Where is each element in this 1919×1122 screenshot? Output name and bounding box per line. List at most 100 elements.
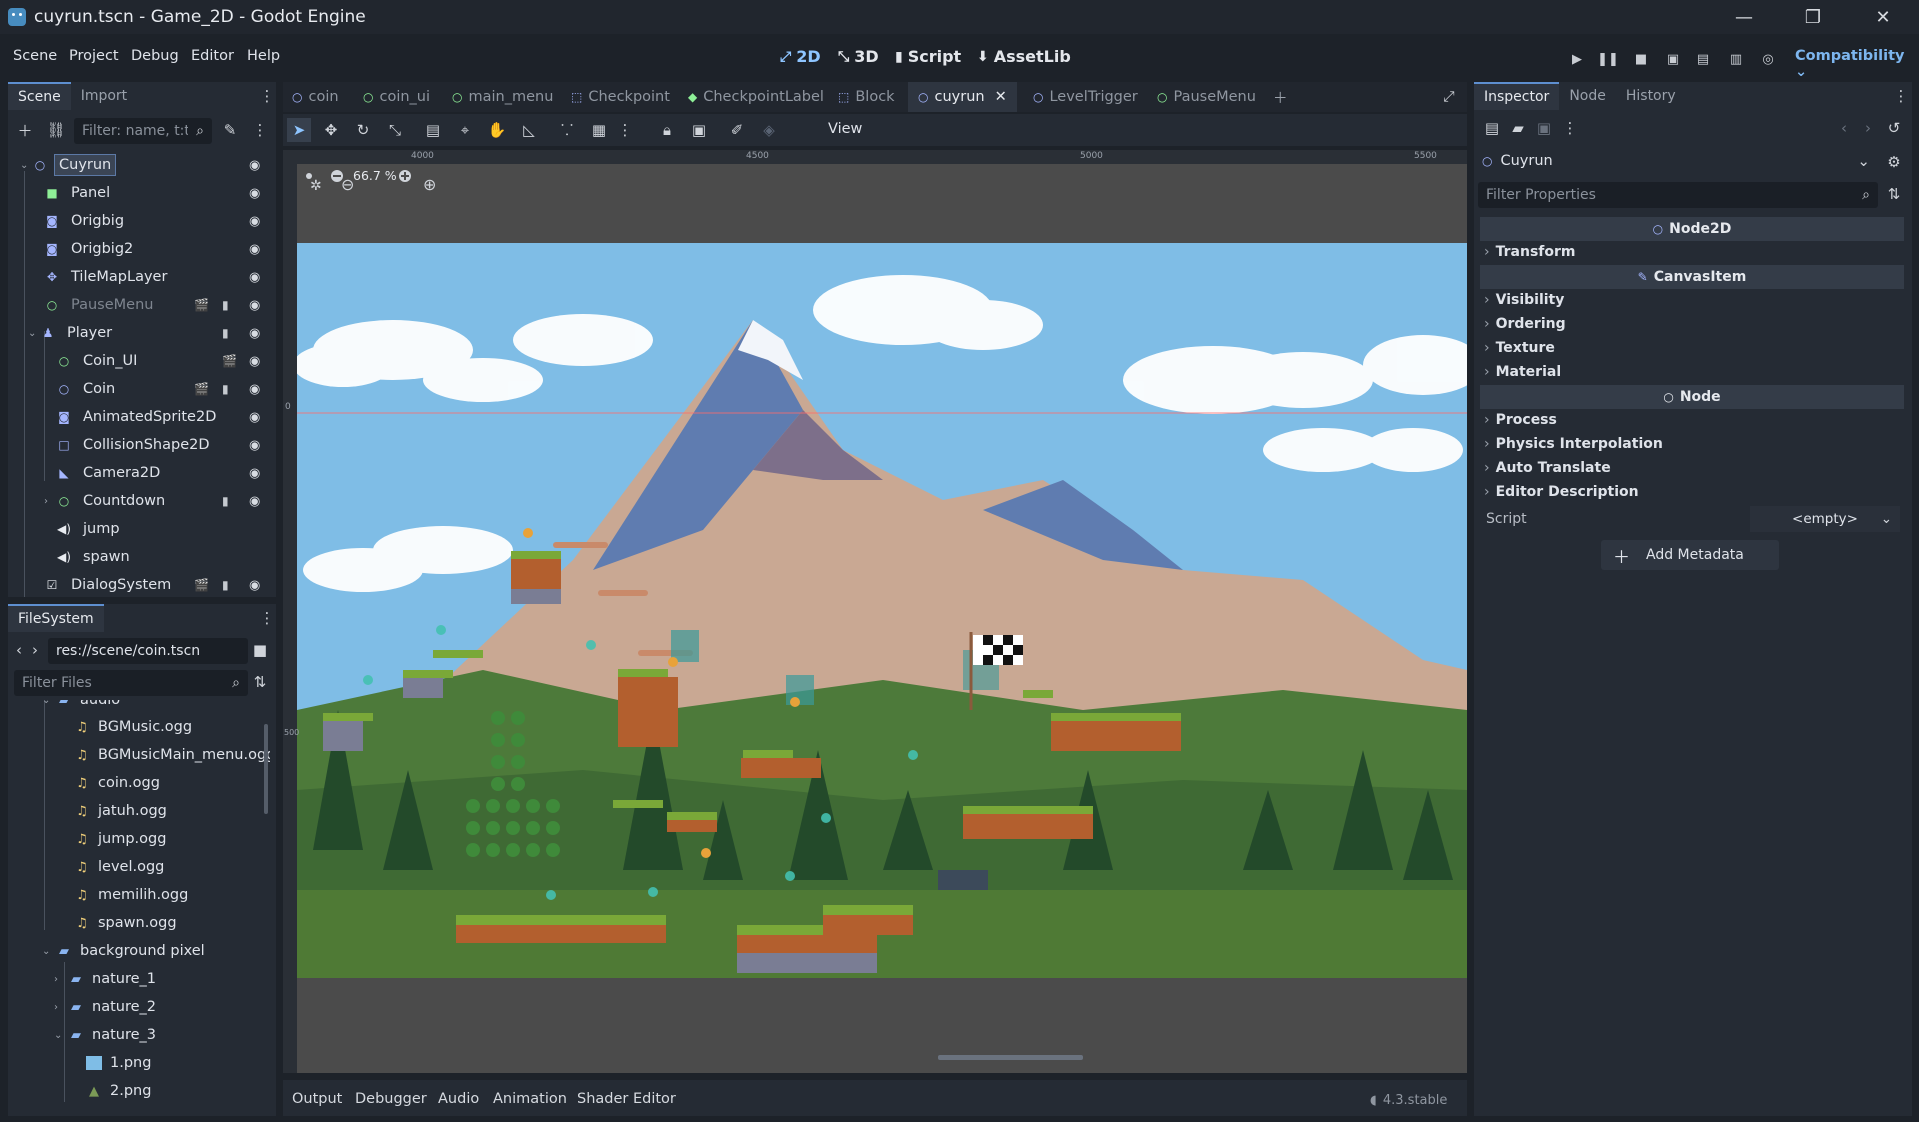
file-jump-ogg[interactable]: ♫ jump.ogg	[74, 825, 166, 853]
workspace-script[interactable]: ▮ Script	[895, 47, 961, 66]
toggle-split-icon[interactable]: ■	[248, 638, 272, 662]
visibility-eye-icon[interactable]: ◉	[249, 186, 260, 201]
path-field[interactable]: res://scene/coin.tscn	[48, 638, 248, 664]
visibility-eye-icon[interactable]: ◉	[249, 438, 260, 453]
file-2-png[interactable]: ▲ 2.png	[86, 1077, 151, 1105]
collapse-arrow-icon[interactable]: ⌄	[20, 160, 32, 171]
workspace-2d[interactable]: ⤢ 2D	[780, 47, 821, 66]
lock-icon[interactable]: 🔒︎	[655, 118, 679, 142]
menu-project[interactable]: Project	[69, 48, 119, 64]
file-level-ogg[interactable]: ♫ level.ogg	[74, 853, 164, 881]
tree-node-cuyrun[interactable]: ⌄ ○ Cuyrun ◉	[8, 151, 270, 179]
tree-node-coin[interactable]: ○ Coin 🎬 ▮ ◉	[8, 375, 270, 403]
resource-options-icon[interactable]: ⋮	[1558, 116, 1582, 140]
collapse-arrow-icon[interactable]: ⌄	[54, 1030, 68, 1041]
workspace-assetlib[interactable]: ⬇ AssetLib	[977, 47, 1071, 66]
open-scene-icon[interactable]: 🎬	[194, 578, 209, 592]
tree-node-dialogsystem[interactable]: ☑ DialogSystem 🎬 ▮ ◉	[8, 571, 270, 597]
folder-nature-3[interactable]: ⌄ ▰ nature_3	[54, 1021, 156, 1049]
visibility-eye-icon[interactable]: ◉	[249, 214, 260, 229]
property-sort-icon[interactable]: ⇅	[1882, 182, 1906, 206]
visibility-eye-icon[interactable]: ◉	[249, 158, 260, 173]
script-property-value[interactable]: <empty> ⌄	[1750, 506, 1900, 532]
rotate-mode-icon[interactable]: ↻	[351, 118, 375, 142]
play-icon[interactable]: ▶	[1566, 48, 1588, 70]
move-mode-icon[interactable]: ✥	[319, 118, 343, 142]
script-attached-icon[interactable]: ▮	[222, 298, 229, 312]
instance-scene-icon[interactable]: ⛓	[44, 118, 68, 142]
add-scene-tab-icon[interactable]: ＋	[1273, 82, 1288, 112]
play-custom-scene-icon[interactable]: ▥	[1725, 48, 1747, 70]
new-resource-icon[interactable]: ▤	[1480, 116, 1504, 140]
remote-debug-icon[interactable]: ▣	[1662, 48, 1684, 70]
open-scene-icon[interactable]: 🎬	[194, 382, 209, 396]
tab-filesystem[interactable]: FileSystem	[8, 604, 104, 632]
open-scene-icon[interactable]: 🎬	[222, 354, 237, 368]
add-node-icon[interactable]: ＋	[13, 118, 37, 142]
bottom-tab-debugger[interactable]: Debugger	[355, 1091, 427, 1107]
attach-script-icon[interactable]: ✎	[218, 118, 242, 142]
group-physics-interpolation[interactable]: Physics Interpolation	[1484, 436, 1663, 452]
expand-arrow-icon[interactable]: ›	[54, 1002, 68, 1013]
visibility-eye-icon[interactable]: ◉	[249, 410, 260, 425]
collapse-arrow-icon[interactable]: ⌄	[28, 328, 40, 339]
forward-icon[interactable]: ›	[28, 638, 42, 662]
visibility-eye-icon[interactable]: ◉	[249, 494, 260, 509]
save-resource-icon[interactable]: ▣	[1532, 116, 1556, 140]
movie-maker-icon[interactable]: ◎	[1757, 48, 1779, 70]
sort-icon[interactable]: ⇅	[248, 670, 272, 694]
maximize-icon[interactable]: ❐	[1783, 0, 1843, 34]
group-auto-translate[interactable]: Auto Translate	[1484, 460, 1611, 476]
visibility-eye-icon[interactable]: ◉	[249, 242, 260, 257]
tree-node-countdown[interactable]: › ○ Countdown ▮ ◉	[8, 487, 270, 515]
tab-history[interactable]: History	[1616, 82, 1686, 110]
open-resource-icon[interactable]: ▰	[1506, 116, 1530, 140]
group-texture[interactable]: Texture	[1484, 340, 1555, 356]
scene-tab-coin[interactable]: ○ coin	[292, 82, 339, 112]
tree-node-panel[interactable]: ■ Panel ◉	[8, 179, 270, 207]
visibility-eye-icon[interactable]: ◉	[249, 298, 260, 313]
inspected-object-selector[interactable]: ○ Cuyrun ⌄	[1478, 148, 1878, 174]
expand-arrow-icon[interactable]: ›	[44, 496, 56, 507]
zoom-in-icon[interactable]	[397, 166, 413, 182]
group-transform[interactable]: Transform	[1484, 244, 1576, 260]
smart-snap-icon[interactable]: ⸪	[555, 118, 579, 142]
file-spawn-ogg[interactable]: ♫ spawn.ogg	[74, 909, 176, 937]
grid-snap-icon[interactable]: ▦	[587, 118, 611, 142]
renderer-select[interactable]: Compatibility ⌄	[1795, 48, 1919, 80]
tree-node-origbig[interactable]: ◙ Origbig ◉	[8, 207, 270, 235]
scene-tab-cuyrun[interactable]: ○ cuyrun ✕	[908, 82, 1017, 112]
tree-node-coin-ui[interactable]: ○ Coin_UI 🎬 ◉	[8, 347, 270, 375]
close-tab-icon[interactable]: ✕	[995, 89, 1007, 105]
object-history-icon[interactable]: ↺	[1882, 116, 1906, 140]
filesystem-filter-input[interactable]: Filter Files ⌕	[14, 670, 248, 696]
stop-icon[interactable]: ■	[1630, 48, 1652, 70]
file-memilih-ogg[interactable]: ♫ memilih.ogg	[74, 881, 188, 909]
file-bgmusic-main-menu[interactable]: ♫ BGMusicMain_menu.ogg	[74, 741, 270, 769]
bottom-tab-animation[interactable]: Animation	[493, 1091, 567, 1107]
open-scene-icon[interactable]: 🎬	[194, 298, 209, 312]
scene-tab-coin-ui[interactable]: ○ coin_ui	[363, 82, 430, 112]
tree-node-jump[interactable]: ◀) jump	[8, 515, 270, 543]
tree-node-tilemaplayer[interactable]: ✥ TileMapLayer ◉	[8, 263, 270, 291]
scene-tab-checkpointlabel[interactable]: ◆ CheckpointLabel	[688, 82, 824, 112]
snap-options-icon[interactable]: ⋮	[613, 118, 637, 142]
file-bgmusic[interactable]: ♫ BGMusic.ogg	[74, 713, 192, 741]
view-menu[interactable]: View	[828, 121, 862, 137]
tab-inspector[interactable]: Inspector	[1474, 82, 1560, 110]
menu-scene[interactable]: Scene	[13, 48, 57, 64]
visibility-eye-icon[interactable]: ◉	[249, 466, 260, 481]
close-window-icon[interactable]: ✕	[1853, 0, 1913, 34]
scene-filter-input[interactable]: Filter: name, t:t ⌕	[74, 118, 212, 144]
script-attached-icon[interactable]: ▮	[222, 382, 229, 396]
history-forward-icon[interactable]: ›	[1856, 116, 1880, 140]
select-mode-icon[interactable]: ➤	[287, 118, 311, 142]
tab-node[interactable]: Node	[1559, 82, 1616, 110]
folder-audio[interactable]: ⌄ ▰ audio	[42, 700, 120, 714]
pivot-mode-icon[interactable]: ⌖	[453, 118, 477, 142]
group-ordering[interactable]: Ordering	[1484, 316, 1566, 332]
scene-tab-main-menu[interactable]: ○ main_menu	[452, 82, 553, 112]
tree-node-player[interactable]: ⌄ ♟ Player ▮ ◉	[8, 319, 270, 347]
collapse-arrow-icon[interactable]: ⌄	[42, 946, 56, 957]
visibility-eye-icon[interactable]: ◉	[249, 270, 260, 285]
